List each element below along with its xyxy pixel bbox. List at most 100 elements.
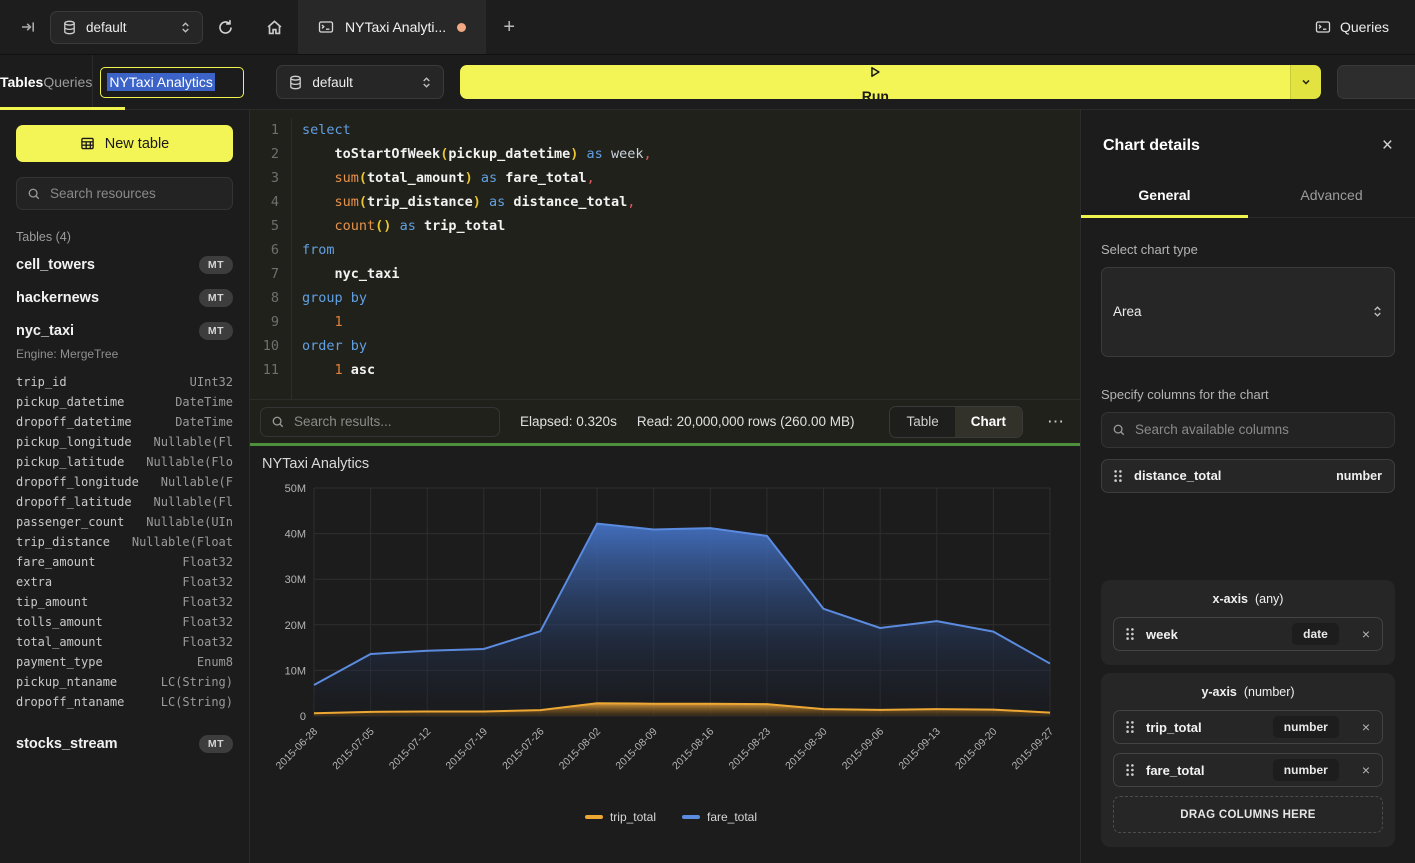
table-row-nyc_taxi[interactable]: nyc_taxiMT	[16, 314, 233, 347]
chart-type-value: Area	[1113, 304, 1142, 319]
column-row-payment_type: payment_typeEnum8	[16, 655, 233, 675]
column-name: pickup_datetime	[16, 395, 124, 415]
run-options-chevron[interactable]	[1290, 65, 1321, 99]
code-line[interactable]: 1 asc	[302, 358, 1080, 382]
chart-type-select[interactable]: Area	[1101, 267, 1395, 357]
editor-code[interactable]: select toStartOfWeek(pickup_datetime) as…	[292, 118, 1080, 399]
play-icon	[868, 65, 882, 79]
code-line[interactable]: toStartOfWeek(pickup_datetime) as week,	[302, 142, 1080, 166]
column-type: LC(String)	[161, 675, 233, 695]
collapse-sidebar-icon[interactable]	[20, 19, 36, 35]
more-options-icon[interactable]: ⋯	[1043, 412, 1068, 432]
code-line[interactable]: 1	[302, 310, 1080, 334]
column-chip-distance_total[interactable]: distance_totalnumber	[1101, 459, 1395, 493]
chart-legend: trip_total fare_total	[262, 810, 1080, 824]
line-number: 2	[250, 142, 279, 166]
view-toggle-chart[interactable]: Chart	[955, 407, 1022, 437]
search-icon	[27, 187, 41, 201]
svg-text:2015-08-02: 2015-08-02	[557, 726, 604, 773]
remove-column-icon[interactable]: ×	[1362, 762, 1370, 778]
queries-button[interactable]: Queries	[1315, 19, 1389, 35]
unsaved-dot	[457, 23, 466, 32]
drag-grip-icon[interactable]	[1125, 720, 1135, 734]
query-toolbar: NYTaxi Analytics default Run	[93, 55, 1415, 110]
column-row-pickup_latitude: pickup_latitudeNullable(Flo	[16, 455, 233, 475]
code-line[interactable]: sum(total_amount) as fare_total,	[302, 166, 1080, 190]
tables-list: cell_towersMThackernewsMTnyc_taxiMTEngin…	[16, 248, 233, 760]
query-title-input[interactable]: NYTaxi Analytics	[100, 67, 244, 98]
chip-type: number	[1273, 716, 1339, 738]
tab-title: NYTaxi Analyti...	[345, 19, 446, 35]
sql-editor[interactable]: 1234567891011 select toStartOfWeek(picku…	[250, 110, 1080, 399]
home-tab[interactable]	[250, 0, 298, 54]
drag-grip-icon[interactable]	[1125, 763, 1135, 777]
column-row-pickup_datetime: pickup_datetimeDateTime	[16, 395, 233, 415]
new-tab-button[interactable]: +	[486, 0, 532, 54]
svg-text:2015-07-19: 2015-07-19	[443, 726, 490, 773]
database-icon	[288, 75, 303, 90]
svg-text:0: 0	[300, 711, 306, 723]
remove-column-icon[interactable]: ×	[1362, 626, 1370, 642]
column-type: Nullable(Flo	[146, 455, 233, 475]
code-line[interactable]: order by	[302, 334, 1080, 358]
new-table-button[interactable]: New table	[16, 125, 233, 162]
column-row-extra: extraFloat32	[16, 575, 233, 595]
column-row-trip_id: trip_idUInt32	[16, 375, 233, 395]
tab-nytaxi-analytics[interactable]: NYTaxi Analyti...	[298, 0, 486, 54]
drag-grip-icon[interactable]	[1113, 469, 1123, 483]
sql-ai-button[interactable]: SQL AI	[1338, 66, 1415, 98]
column-name: fare_amount	[16, 555, 95, 575]
code-line[interactable]: sum(trip_distance) as distance_total,	[302, 190, 1080, 214]
table-row-hackernews[interactable]: hackernewsMT	[16, 281, 233, 314]
tab-advanced[interactable]: Advanced	[1248, 175, 1415, 217]
code-line[interactable]: select	[302, 118, 1080, 142]
table-row-stocks_stream[interactable]: stocks_streamMT	[16, 727, 233, 760]
view-toggle-table[interactable]: Table	[890, 407, 954, 437]
svg-text:2015-09-27: 2015-09-27	[1010, 726, 1057, 773]
drop-zone[interactable]: DRAG COLUMNS HERE	[1113, 796, 1383, 833]
legend-item-trip_total[interactable]: trip_total	[585, 810, 656, 824]
search-columns-input[interactable]: Search available columns	[1101, 412, 1395, 448]
tab-strip: NYTaxi Analyti... +	[250, 0, 1315, 54]
y-axis-items: trip_totalnumber×fare_totalnumber×	[1113, 710, 1383, 787]
sidebar: New table Search resources Tables (4) ce…	[0, 110, 250, 863]
column-name: passenger_count	[16, 515, 124, 535]
run-database-selector[interactable]: default	[276, 65, 444, 99]
column-type: Nullable(Fl	[154, 435, 233, 455]
table-grid-icon	[80, 136, 95, 151]
database-selector-value: default	[86, 20, 127, 35]
search-results-input[interactable]: Search results...	[260, 407, 500, 437]
sidebar-tab-tables[interactable]: Tables	[0, 55, 43, 109]
column-row-pickup_ntaname: pickup_ntaname LC(String)	[16, 675, 233, 695]
code-line[interactable]: nyc_taxi	[302, 262, 1080, 286]
svg-text:2015-09-20: 2015-09-20	[953, 726, 1000, 773]
remove-column-icon[interactable]: ×	[1362, 719, 1370, 735]
code-line[interactable]: from	[302, 238, 1080, 262]
column-name: tip_amount	[16, 595, 88, 615]
line-number: 5	[250, 214, 279, 238]
column-chip-trip_total[interactable]: trip_totalnumber×	[1113, 710, 1383, 744]
refresh-icon[interactable]	[217, 19, 234, 36]
tab-general[interactable]: General	[1081, 175, 1248, 217]
column-name: pickup_ntaname	[16, 675, 117, 695]
chart-type-label: Select chart type	[1101, 242, 1395, 257]
drag-grip-icon[interactable]	[1125, 627, 1135, 641]
column-chip-fare_total[interactable]: fare_totalnumber×	[1113, 753, 1383, 787]
columns-label: Specify columns for the chart	[1101, 387, 1395, 402]
column-type: LC(String)	[161, 695, 233, 715]
column-type: UInt32	[190, 375, 233, 395]
column-chip-week[interactable]: weekdate×	[1113, 617, 1383, 651]
close-icon[interactable]: ×	[1382, 136, 1393, 155]
table-row-cell_towers[interactable]: cell_towersMT	[16, 248, 233, 281]
run-button[interactable]: Run	[460, 65, 1290, 99]
code-line[interactable]: count() as trip_total	[302, 214, 1080, 238]
code-line[interactable]: group by	[302, 286, 1080, 310]
legend-item-fare_total[interactable]: fare_total	[682, 810, 757, 824]
column-name: tolls_amount	[16, 615, 103, 635]
area-chart[interactable]: 010M20M30M40M50M2015-06-282015-07-052015…	[262, 476, 1074, 808]
column-type: Float32	[182, 595, 233, 615]
active-tab-underline	[1081, 215, 1248, 218]
sidebar-tab-queries[interactable]: Queries	[43, 55, 92, 109]
search-resources-input[interactable]: Search resources	[16, 177, 233, 210]
database-selector[interactable]: default	[50, 11, 203, 44]
